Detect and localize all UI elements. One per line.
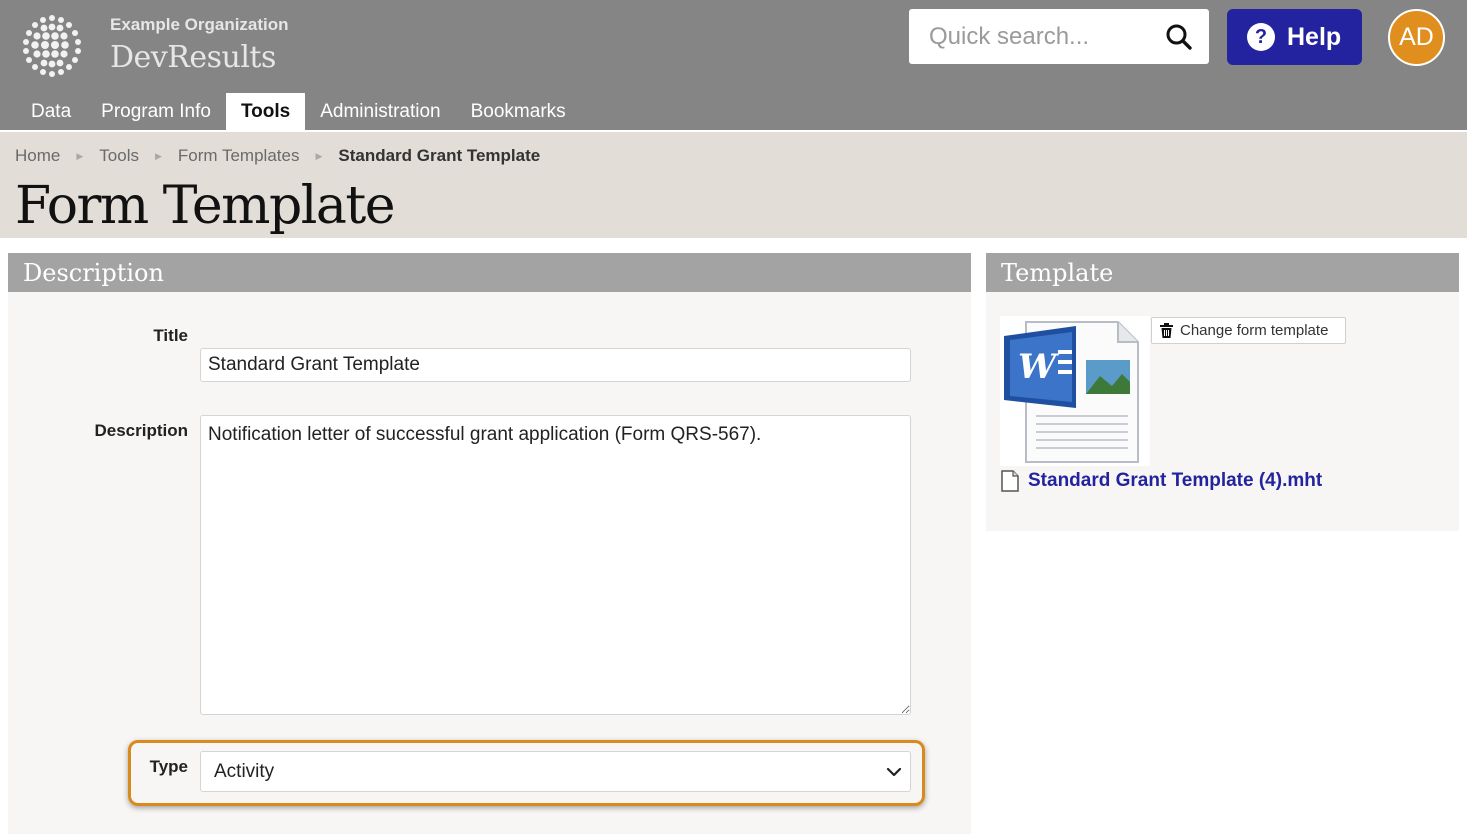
description-field[interactable]: Notification letter of successful grant …	[200, 415, 911, 715]
type-selected-value: Activity	[214, 760, 275, 782]
breadcrumb-home[interactable]: Home	[15, 146, 60, 166]
type-select[interactable]: Activity	[200, 751, 911, 792]
tab-program-info[interactable]: Program Info	[86, 93, 226, 130]
breadcrumb-current: Standard Grant Template	[338, 146, 541, 165]
page-title: Form Template	[15, 176, 396, 236]
description-panel-heading: Description	[8, 253, 971, 292]
search-icon[interactable]	[1165, 23, 1193, 51]
tab-administration[interactable]: Administration	[305, 93, 455, 130]
template-file-link[interactable]: Standard Grant Template (4).mht	[1001, 470, 1322, 492]
file-icon	[1001, 470, 1019, 492]
help-button[interactable]: ? Help	[1227, 9, 1362, 65]
organization-name: Example Organization	[110, 15, 289, 34]
word-document-icon: W	[1000, 316, 1150, 466]
help-label: Help	[1287, 22, 1342, 51]
tab-tools[interactable]: Tools	[225, 93, 306, 130]
template-panel-heading: Template	[986, 253, 1459, 292]
quick-search	[909, 9, 1209, 64]
main-nav: Data Program Info Tools Administration B…	[0, 93, 581, 130]
search-input[interactable]	[909, 9, 1159, 64]
app-name[interactable]: DevResults	[110, 40, 276, 75]
change-form-template-label: Change form template	[1180, 322, 1329, 339]
breadcrumb-separator-icon: ▶	[315, 150, 323, 161]
svg-text:W: W	[1018, 347, 1059, 387]
breadcrumb-separator-icon: ▶	[154, 150, 162, 161]
globe-logo-icon[interactable]	[18, 12, 86, 80]
tab-data[interactable]: Data	[16, 93, 86, 130]
template-file-name: Standard Grant Template (4).mht	[1028, 470, 1323, 491]
breadcrumb-tools[interactable]: Tools	[99, 146, 139, 166]
user-avatar[interactable]: AD	[1388, 9, 1445, 66]
change-form-template-button[interactable]: Change form template	[1151, 317, 1346, 344]
title-field[interactable]	[200, 348, 911, 382]
description-label: Description	[94, 421, 188, 440]
chevron-down-icon	[886, 767, 902, 777]
trash-icon	[1160, 323, 1173, 338]
breadcrumb-form-templates[interactable]: Form Templates	[178, 146, 300, 166]
title-label: Title	[153, 326, 188, 345]
breadcrumb: Home ▶ Tools ▶ Form Templates ▶ Standard…	[15, 146, 540, 166]
breadcrumb-separator-icon: ▶	[76, 150, 84, 161]
page-header: Home ▶ Tools ▶ Form Templates ▶ Standard…	[0, 130, 1467, 238]
question-circle-icon: ?	[1247, 23, 1275, 51]
top-header: Example Organization DevResults ? Help A…	[0, 0, 1467, 130]
tab-bookmarks[interactable]: Bookmarks	[456, 93, 581, 130]
type-label: Type	[149, 757, 188, 776]
